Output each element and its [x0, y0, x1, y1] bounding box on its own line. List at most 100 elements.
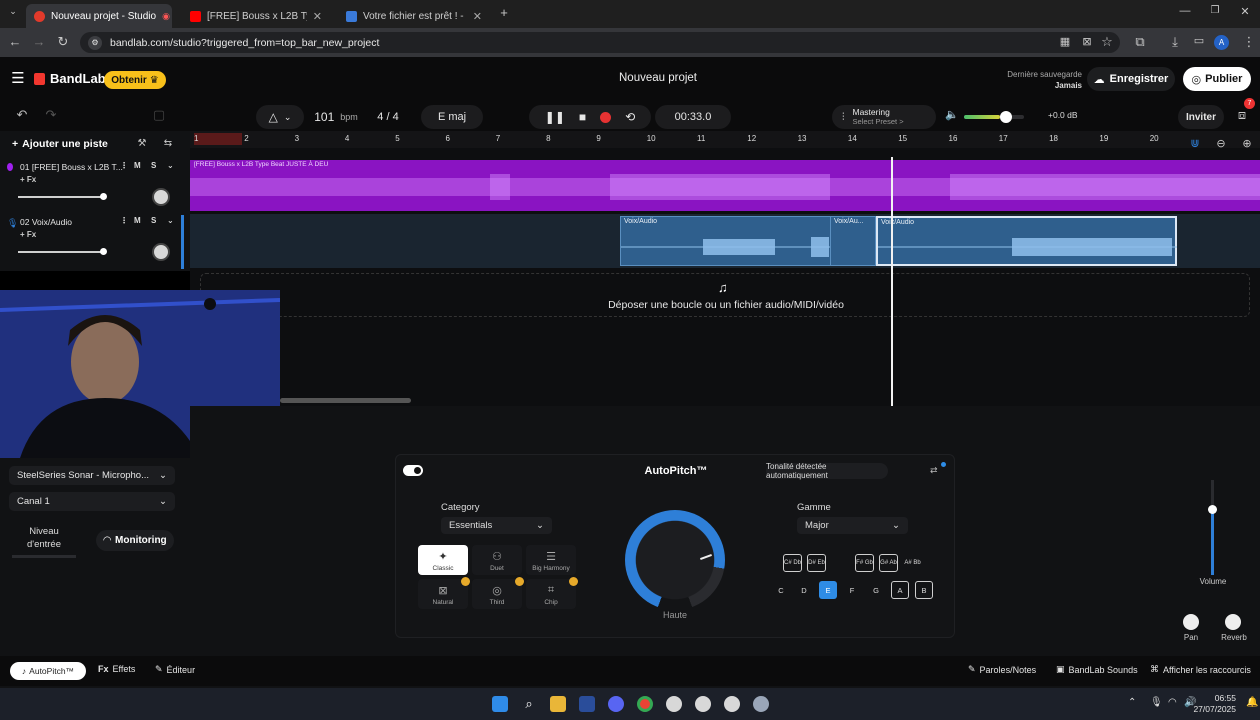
extensions-icon[interactable]: ⧉	[1131, 34, 1149, 50]
download-icon[interactable]: ⤓	[1166, 34, 1184, 50]
volume-slider-handle[interactable]	[1208, 505, 1217, 514]
monitoring-button[interactable]: ◠ Monitoring	[96, 530, 174, 551]
add-track-button[interactable]: + Ajouter une piste	[12, 138, 108, 150]
chevron-down-icon[interactable]: ⌄	[167, 161, 174, 170]
tab-youtube[interactable]: [FREE] Bouss x L2B Type Beat "J ✕	[182, 4, 330, 28]
url-field[interactable]: ⚙ bandlab.com/studio?triggered_from=top_…	[80, 32, 1120, 53]
translate-icon[interactable]: ▦	[1056, 35, 1074, 48]
track-menu-icon[interactable]: ⋮	[120, 161, 128, 170]
add-fx-button[interactable]: + Fx	[20, 230, 36, 239]
shortcuts-button[interactable]: ⌘ Afficher les raccourcis	[1150, 664, 1251, 675]
track1-region[interactable]: [FREE] Bouss x L2B Type Beat JUSTE À DEU	[190, 160, 1260, 211]
autopitch-tab[interactable]: ♪ AutoPitch™	[10, 662, 86, 680]
discord-icon[interactable]	[608, 696, 624, 712]
metronome-button[interactable]: △ ⌄	[256, 105, 304, 129]
track-row-2[interactable]: 🎙 02 Voix/Audio + Fx ⋮ M S ⌄	[0, 215, 184, 269]
note-f-sharp[interactable]: F# Gb	[855, 554, 874, 572]
effects-tab[interactable]: Fx Effets	[98, 664, 135, 674]
menu-kebab-icon[interactable]: ⋮	[1240, 34, 1258, 50]
track-pan-knob[interactable]	[152, 188, 170, 206]
pan-knob[interactable]	[1183, 614, 1199, 630]
site-info-icon[interactable]: ⚙	[88, 35, 102, 50]
mastering-button[interactable]: ⫶ Mastering Select Preset >	[832, 105, 936, 129]
app-icon[interactable]	[579, 696, 595, 712]
note-d[interactable]: D	[795, 581, 813, 599]
track2-lane[interactable]: Voix/Audio Voix/Au... Voix/Audio	[190, 214, 1260, 268]
back-icon[interactable]: ←	[6, 34, 24, 49]
scale-select[interactable]: Major ⌄	[797, 517, 908, 534]
mic-tray-icon[interactable]: 🎙	[1150, 697, 1163, 708]
solo-button[interactable]: S	[151, 216, 156, 225]
file-explorer-icon[interactable]	[550, 696, 566, 712]
stop-icon[interactable]: ■	[579, 110, 586, 124]
collab-icon[interactable]: ▢	[150, 107, 168, 123]
project-title[interactable]: Nouveau projet	[530, 72, 786, 84]
cast-icon[interactable]: ⊠	[1078, 35, 1096, 48]
gg-icon[interactable]	[724, 696, 740, 712]
preset-duet[interactable]: ⚇ Duet	[472, 545, 522, 575]
get-membership-button[interactable]: Obtenir ♛	[104, 71, 166, 89]
windows-start-icon[interactable]	[492, 696, 508, 712]
save-button[interactable]: ☁ Enregistrer	[1087, 67, 1175, 91]
publish-button[interactable]: ◎ Publier	[1183, 67, 1251, 91]
input-device-select[interactable]: SteelSeries Sonar - Micropho... ⌄	[9, 466, 175, 485]
note-e[interactable]: E	[819, 581, 837, 599]
speaker-icon[interactable]: 🔈	[943, 108, 961, 121]
selected-audio-clip[interactable]: Voix/Audio	[876, 216, 1177, 266]
close-tab-icon[interactable]: ✕	[313, 10, 322, 23]
split-view-icon[interactable]: ▭	[1190, 34, 1208, 47]
minimize-icon[interactable]: —	[1176, 5, 1194, 17]
new-tab-icon[interactable]: +	[495, 5, 513, 20]
tab-notube[interactable]: Votre fichier est prêt ! - noTube ✕	[338, 4, 490, 28]
pitch-correction-knob[interactable]	[625, 510, 725, 610]
autopitch-toggle[interactable]	[403, 465, 423, 476]
horizontal-scrollbar[interactable]	[280, 398, 411, 403]
solo-button[interactable]: S	[151, 161, 156, 170]
master-volume-slider[interactable]	[964, 111, 1024, 123]
close-window-icon[interactable]: ✕	[1236, 5, 1254, 18]
timeline-ruler[interactable]: 1 2 3 4 5 6 7 8 9 10 11 12 13 14 15 16 17 18 19 20	[190, 131, 1260, 148]
note-g-sharp[interactable]: G# Ab	[879, 554, 898, 572]
undo-icon[interactable]: ↶	[13, 107, 31, 123]
tune-icon[interactable]: ⚒	[133, 138, 151, 149]
bookmark-star-icon[interactable]: ☆	[1098, 34, 1116, 50]
channel-select[interactable]: Canal 1 ⌄	[9, 492, 175, 511]
search-icon[interactable]: ⌕	[521, 696, 537, 712]
loop-icon[interactable]: ⟲	[625, 110, 635, 124]
maximize-icon[interactable]: ❐	[1206, 5, 1224, 16]
track-settings-icon[interactable]: ⇆	[159, 138, 177, 149]
tab-studio[interactable]: Nouveau projet - Studio ◉ ✕	[26, 4, 172, 28]
audio-clip[interactable]: Voix/Au...	[830, 216, 876, 266]
tempo-display[interactable]: 101 bpm	[306, 105, 366, 129]
track-pan-knob[interactable]	[152, 243, 170, 261]
mute-button[interactable]: M	[134, 161, 141, 170]
note-a[interactable]: A	[891, 581, 909, 599]
tray-chevron-icon[interactable]: ⌃	[1128, 697, 1136, 708]
note-c[interactable]: C	[772, 581, 790, 599]
clock[interactable]: 06:55 27/07/2025	[1193, 693, 1236, 715]
obs-icon[interactable]	[695, 696, 711, 712]
wifi-icon[interactable]: ◠	[1168, 697, 1177, 708]
gift-icon[interactable]: ⧈	[1233, 107, 1251, 123]
chrome-icon[interactable]	[637, 696, 653, 712]
auto-key-detect-button[interactable]: Tonalité détectée automatiquement	[766, 462, 888, 480]
note-c-sharp[interactable]: C# Db	[783, 554, 802, 572]
category-select[interactable]: Essentials ⌄	[441, 517, 552, 534]
redo-icon[interactable]: ↷	[42, 107, 60, 123]
note-g[interactable]: G	[867, 581, 885, 599]
lyrics-notes-button[interactable]: ✎ Paroles/Notes	[968, 664, 1036, 675]
mute-button[interactable]: M	[134, 216, 141, 225]
track-menu-icon[interactable]: ⋮	[120, 216, 128, 225]
playhead[interactable]	[891, 157, 893, 407]
invite-button[interactable]: Inviter	[1178, 105, 1224, 129]
track-volume-slider[interactable]	[18, 193, 107, 200]
close-tab-icon[interactable]: ✕	[473, 10, 482, 23]
add-fx-button[interactable]: + Fx	[20, 175, 36, 184]
steelseries-icon[interactable]	[666, 696, 682, 712]
hamburger-menu-icon[interactable]: ☰	[9, 69, 27, 87]
preset-classic[interactable]: ✦ Classic	[418, 545, 468, 575]
note-f[interactable]: F	[843, 581, 861, 599]
drop-zone[interactable]: ♫ Déposer une boucle ou un fichier audio…	[200, 273, 1250, 317]
chevron-down-icon[interactable]: ⌄	[167, 216, 174, 225]
note-a-sharp[interactable]: A# Bb	[903, 554, 922, 572]
